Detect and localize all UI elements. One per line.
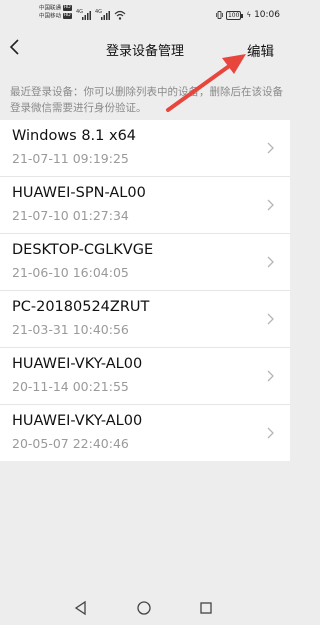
device-login-time: 20-11-14 00:21:55 [12,379,129,394]
edit-button[interactable]: 编辑 [247,40,274,60]
carrier-info: 中国联通 HD 中国移动 HD [39,5,72,20]
device-item[interactable]: PC-20180524ZRUT 21-03-31 10:40:56 [0,291,290,348]
device-name: DESKTOP-CGLKVGE [12,242,154,258]
signal-icon [101,11,110,20]
device-login-time: 20-05-07 22:40:46 [12,436,129,451]
hd-badge: HD [62,12,72,19]
status-right: 100 ϟ 10:06 [216,10,280,20]
chevron-right-icon [267,370,274,382]
status-bar: 中国联通 HD 中国移动 HD 4G 4G 100 ϟ 10:06 [0,0,290,32]
wifi-icon [114,10,126,20]
chevron-right-icon [267,142,274,154]
carrier1-label: 中国联通 [39,5,62,12]
carrier2-label: 中国移动 [39,13,62,19]
device-login-time: 21-07-11 09:19:25 [12,151,129,166]
device-name: PC-20180524ZRUT [12,299,150,315]
device-item[interactable]: HUAWEI-SPN-AL00 21-07-10 01:27:34 [0,177,290,234]
vibrate-icon [216,11,223,19]
charging-icon: ϟ [246,11,252,19]
chevron-right-icon [267,199,274,211]
status-time: 10:06 [254,10,280,20]
signal-icon [82,11,91,20]
device-login-time: 21-07-10 01:27:34 [12,208,129,223]
circle-home-icon[interactable] [136,600,152,616]
device-item[interactable]: DESKTOP-CGLKVGE 21-06-10 16:04:05 [0,234,290,291]
device-name: HUAWEI-SPN-AL00 [12,185,146,201]
device-login-time: 21-06-10 16:04:05 [12,265,129,280]
system-nav-bar [0,592,290,622]
square-recent-icon[interactable] [198,600,214,616]
device-name: Windows 8.1 x64 [12,128,137,144]
device-list: Windows 8.1 x64 21-07-11 09:19:25 HUAWEI-S… [0,120,290,461]
device-login-time: 21-03-31 10:40:56 [12,322,129,337]
device-name: HUAWEI-VKY-AL00 [12,356,143,372]
hd-badge: HD [62,5,72,11]
device-item[interactable]: HUAWEI-VKY-AL00 20-05-07 22:40:46 [0,405,290,461]
chevron-right-icon [267,313,274,325]
chevron-right-icon [267,256,274,268]
annotation-arrow-icon [166,54,246,112]
device-name: HUAWEI-VKY-AL00 [12,413,143,429]
device-item[interactable]: HUAWEI-VKY-AL00 20-11-14 00:21:55 [0,348,290,405]
chevron-right-icon [267,427,274,439]
device-item[interactable]: Windows 8.1 x64 21-07-11 09:19:25 [0,120,290,177]
battery-icon: 100 [225,10,244,20]
triangle-back-icon[interactable] [73,600,89,616]
